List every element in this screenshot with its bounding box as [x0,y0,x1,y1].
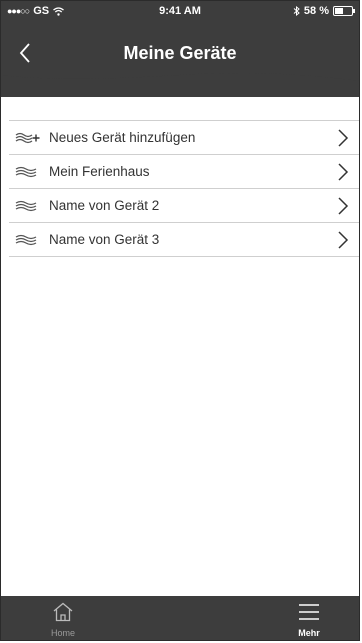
list-item-device[interactable]: Mein Ferienhaus [9,155,359,189]
list-item-device[interactable]: Name von Gerät 3 [9,223,359,257]
page-title: Meine Geräte [123,43,237,63]
list-item-label: Mein Ferienhaus [49,164,150,179]
list-item-label: Name von Gerät 2 [49,198,160,213]
device-wave-icon [15,163,43,181]
status-right: 58 % [293,5,355,17]
list-item-device[interactable]: Name von Gerät 2 [9,189,359,223]
battery-percent: 58 % [303,5,329,17]
chevron-right-icon [338,196,349,215]
menu-icon [299,604,319,620]
list-item-add-device[interactable]: Neues Gerät hinzufügen [9,121,359,155]
home-icon [53,602,73,622]
status-bar: ●●●○○ GS 9:41 AM 58 % [1,1,359,23]
list-item-label: Neues Gerät hinzufügen [49,130,196,145]
chevron-right-icon [338,230,349,249]
chevron-right-icon [338,162,349,181]
bluetooth-icon [293,6,300,16]
device-list: Neues Gerät hinzufügen Mein Ferienhaus N… [9,120,359,257]
app-frame: ●●●○○ GS 9:41 AM 58 % Meine Geräte Neues… [0,0,360,641]
device-wave-icon [15,231,43,249]
header-wave [1,67,359,81]
device-wave-icon [15,197,43,215]
list-item-label: Name von Gerät 3 [49,232,160,247]
tab-bar: Home Mehr [1,596,359,640]
chevron-right-icon [338,128,349,147]
add-device-icon [15,129,43,147]
battery-icon [333,6,355,16]
tab-home-label: Home [50,628,75,638]
tab-more-label: Mehr [298,628,320,638]
tab-home[interactable]: Home [33,596,93,640]
battery-fill [335,8,344,14]
tab-more[interactable]: Mehr [279,596,339,640]
